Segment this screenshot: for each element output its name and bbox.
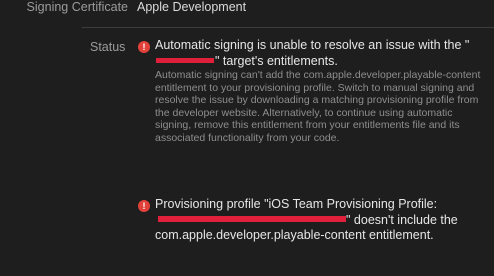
- redacted-profile-id: [158, 216, 346, 223]
- signing-certificate-label: Signing Certificate: [26, 0, 128, 14]
- issue-title: Provisioning profile "iOS Team Provision…: [155, 197, 485, 244]
- error-icon: !: [138, 200, 150, 212]
- issue-title-prefix: Automatic signing is unable to resolve a…: [155, 38, 470, 52]
- signing-certificate-row: Signing Certificate Apple Development: [0, 0, 494, 18]
- status-label: Status: [90, 40, 126, 54]
- issue-title-suffix: " target's entitlements.: [215, 53, 338, 68]
- section-divider: [82, 27, 494, 28]
- error-icon: !: [138, 41, 150, 53]
- issue-description: Automatic signing can't add the com.appl…: [155, 69, 481, 144]
- redacted-target-name: [156, 57, 214, 63]
- signing-certificate-value: Apple Development: [137, 0, 247, 14]
- issue-title: Automatic signing is unable to resolve a…: [155, 38, 485, 69]
- issue-title-prefix: Provisioning profile "iOS Team Provision…: [155, 197, 438, 211]
